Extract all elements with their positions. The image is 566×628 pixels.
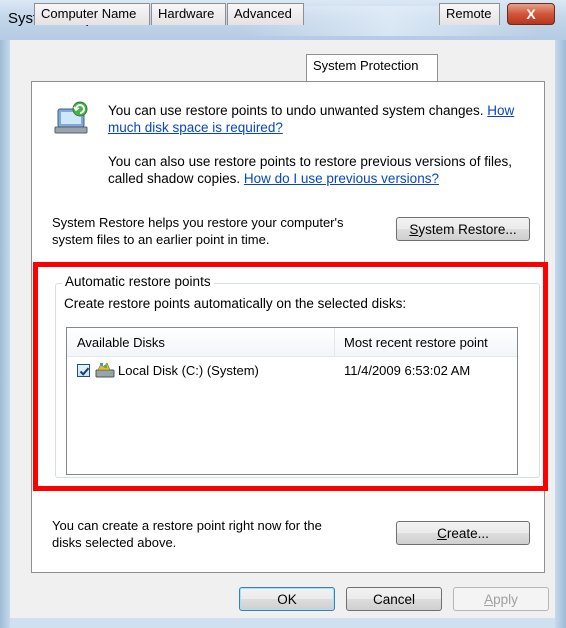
restore-desc-2: system files to an earlier point in time… [52,232,270,247]
intro-text-3: called shadow copies. [108,171,241,186]
button-label: ystem Restore... [418,221,517,237]
access-key: C [437,525,447,541]
tab-computer-name[interactable]: Computer Name [34,3,150,25]
tab-remote[interactable]: Remote [439,3,500,25]
system-restore-icon [52,99,90,139]
button-label: OK [277,591,297,607]
intro-text-1: You can use restore points to undo unwan… [108,103,484,118]
ok-button[interactable]: OK [239,587,335,611]
tab-label: Remote [446,6,492,21]
access-key: S [409,221,419,237]
close-button[interactable]: X [507,3,555,25]
intro-line-1: You can use restore points to undo unwan… [108,102,514,119]
tab-label: Computer Name [41,6,137,21]
previous-versions-link[interactable]: How do I use previous versions? [244,171,439,186]
system-restore-button[interactable]: System Restore... [396,217,530,241]
highlight-annotation [33,262,548,491]
intro-line-2: much disk space is required? [108,119,283,136]
restore-desc-1: System Restore helps you restore your co… [52,215,344,230]
tab-hardware[interactable]: Hardware [151,3,226,25]
apply-button[interactable]: Apply [453,587,549,611]
intro-line-3: You can also use restore points to resto… [108,154,512,169]
window-right-border [555,40,566,628]
tab-label: Advanced [234,6,292,21]
tab-advanced[interactable]: Advanced [227,3,304,25]
tab-label: System Protection [313,58,419,73]
create-button[interactable]: Create... [396,521,530,545]
disk-space-link[interactable]: How [487,103,514,118]
button-label: Cancel [372,591,416,607]
access-key: A [484,591,494,607]
intro-line-4: called shadow copies. How do I use previ… [108,170,439,187]
tab-system-protection[interactable]: System Protection [306,54,438,81]
cancel-button[interactable]: Cancel [346,587,442,611]
create-desc-1: You can create a restore point right now… [52,518,322,533]
window-left-border [0,40,10,628]
button-label: reate... [446,525,489,541]
close-icon: X [526,6,536,22]
disk-space-link-continued[interactable]: much disk space is required? [108,120,283,135]
button-label: pply [493,591,518,607]
tab-label: Hardware [158,6,215,21]
create-desc-2: disks selected above. [52,535,177,550]
